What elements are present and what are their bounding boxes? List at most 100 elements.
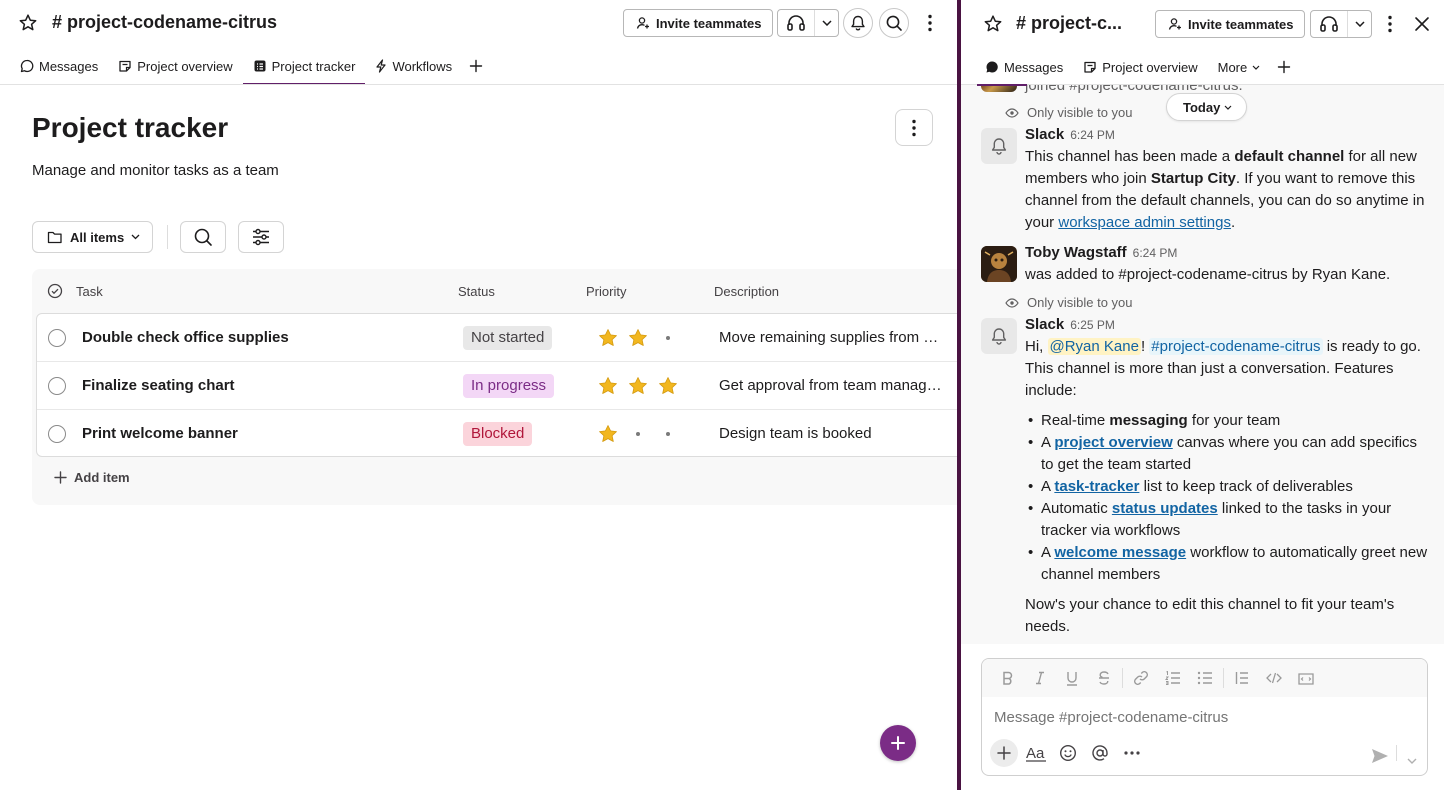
message-input[interactable] xyxy=(994,709,1414,726)
priority-rating[interactable] xyxy=(593,374,683,398)
task-checkbox[interactable] xyxy=(48,377,66,395)
text-format-icon[interactable]: Aa xyxy=(1022,739,1050,767)
status-badge[interactable]: Not started xyxy=(463,326,553,350)
invite-teammates-button[interactable]: Invite teammates xyxy=(623,9,773,37)
headphones-icon[interactable] xyxy=(778,10,814,36)
more-vertical-icon[interactable] xyxy=(895,109,933,146)
code-block-icon[interactable] xyxy=(1290,664,1322,692)
status-badge[interactable]: Blocked xyxy=(463,422,533,446)
chevron-down-icon[interactable] xyxy=(1407,753,1417,764)
star-filled-icon[interactable] xyxy=(593,374,623,398)
channel-title[interactable]: # project-codename-citrus xyxy=(52,12,277,33)
tab-messages[interactable]: Messages xyxy=(10,47,108,85)
notification-bell-icon[interactable] xyxy=(843,8,873,38)
emoji-icon[interactable] xyxy=(1054,739,1082,767)
link-icon[interactable] xyxy=(1125,664,1157,692)
sender-name[interactable]: Slack xyxy=(1025,316,1064,333)
star-filled-icon[interactable] xyxy=(593,422,623,446)
star-empty-dot-icon[interactable] xyxy=(653,422,683,446)
admin-settings-link[interactable]: workspace admin settings xyxy=(1058,214,1231,231)
chevron-down-icon[interactable] xyxy=(1347,11,1371,37)
tab-messages[interactable]: Messages xyxy=(975,48,1074,86)
header-status[interactable]: Status xyxy=(458,284,495,299)
task-description[interactable]: Get approval from team managers xyxy=(719,377,945,394)
status-updates-link[interactable]: status updates xyxy=(1112,500,1218,517)
headphones-icon[interactable] xyxy=(1311,11,1347,37)
task-name[interactable]: Double check office supplies xyxy=(82,329,289,346)
message-timestamp[interactable]: 6:24 PM xyxy=(1070,128,1115,142)
avatar[interactable] xyxy=(981,318,1017,354)
strikethrough-icon[interactable] xyxy=(1088,664,1120,692)
status-badge[interactable]: In progress xyxy=(463,374,555,398)
message-sender[interactable]: Slack 6:24 PM xyxy=(1025,126,1115,143)
bold-icon[interactable] xyxy=(992,664,1024,692)
add-item-button[interactable]: Add item xyxy=(54,470,130,485)
bulleted-list-icon[interactable] xyxy=(1189,664,1221,692)
task-tracker-link[interactable]: task-tracker xyxy=(1054,478,1139,495)
numbered-list-icon[interactable] xyxy=(1157,664,1189,692)
task-description[interactable]: Design team is booked xyxy=(719,425,945,442)
star-filled-icon[interactable] xyxy=(653,374,683,398)
tab-more[interactable]: More xyxy=(1208,48,1271,86)
message-timestamp[interactable]: 6:25 PM xyxy=(1070,318,1115,332)
close-icon[interactable] xyxy=(1408,10,1436,38)
message-list[interactable]: joined #project-codename-citrus. Only vi… xyxy=(961,84,1444,644)
task-checkbox[interactable] xyxy=(48,425,66,443)
project-overview-link[interactable]: project overview xyxy=(1054,434,1172,451)
search-icon[interactable] xyxy=(180,221,226,253)
tab-project-overview[interactable]: Project overview xyxy=(108,47,242,85)
sender-name[interactable]: Slack xyxy=(1025,126,1064,143)
filter-sliders-icon[interactable] xyxy=(238,221,284,253)
sender-name[interactable]: Toby Wagstaff xyxy=(1025,244,1127,261)
more-vertical-icon[interactable] xyxy=(916,9,944,37)
chevron-down-icon[interactable] xyxy=(814,10,838,36)
welcome-message-link[interactable]: welcome message xyxy=(1054,544,1186,561)
table-row[interactable]: Finalize seating chart In progress Get a… xyxy=(37,362,957,410)
check-circle-icon[interactable] xyxy=(47,283,63,299)
user-mention[interactable]: @Ryan Kane xyxy=(1047,338,1141,355)
plus-icon[interactable] xyxy=(990,739,1018,767)
avatar[interactable] xyxy=(981,246,1017,282)
task-checkbox[interactable] xyxy=(48,329,66,347)
task-description[interactable]: Move remaining supplies from ol... xyxy=(719,329,945,346)
table-row[interactable]: Print welcome banner Blocked Design team… xyxy=(37,410,957,456)
star-filled-icon[interactable] xyxy=(623,374,653,398)
add-tab-plus-icon[interactable] xyxy=(1270,48,1298,86)
code-icon[interactable] xyxy=(1258,664,1290,692)
message-sender[interactable]: Slack 6:25 PM xyxy=(1025,316,1115,333)
add-tab-plus-icon[interactable] xyxy=(462,47,490,85)
message-sender[interactable]: Toby Wagstaff 6:24 PM xyxy=(1025,244,1177,261)
add-plus-fab-button[interactable] xyxy=(880,725,916,761)
tab-workflows[interactable]: Workflows xyxy=(365,47,462,85)
send-icon[interactable] xyxy=(1371,748,1389,764)
star-icon[interactable] xyxy=(977,8,1009,40)
channel-title[interactable]: # project-c... xyxy=(1016,13,1122,34)
star-filled-icon[interactable] xyxy=(623,326,653,350)
search-icon[interactable] xyxy=(879,8,909,38)
message-timestamp[interactable]: 6:24 PM xyxy=(1133,246,1178,260)
date-jump-button[interactable]: Today xyxy=(1166,93,1248,121)
star-empty-dot-icon[interactable] xyxy=(653,326,683,350)
blockquote-icon[interactable] xyxy=(1226,664,1258,692)
header-description[interactable]: Description xyxy=(714,284,779,299)
star-icon[interactable] xyxy=(12,7,44,39)
tab-project-overview[interactable]: Project overview xyxy=(1073,48,1207,86)
star-empty-dot-icon[interactable] xyxy=(623,422,653,446)
mention-at-icon[interactable] xyxy=(1086,739,1114,767)
priority-rating[interactable] xyxy=(593,326,683,350)
tab-project-tracker[interactable]: Project tracker xyxy=(242,47,366,85)
priority-rating[interactable] xyxy=(593,422,683,446)
more-vertical-icon[interactable] xyxy=(1376,10,1404,38)
invite-teammates-button[interactable]: Invite teammates xyxy=(1155,10,1305,38)
avatar[interactable] xyxy=(981,128,1017,164)
header-task[interactable]: Task xyxy=(76,284,103,299)
task-name[interactable]: Finalize seating chart xyxy=(82,377,235,394)
star-filled-icon[interactable] xyxy=(593,326,623,350)
table-row[interactable]: Double check office supplies Not started… xyxy=(37,314,957,362)
underline-icon[interactable] xyxy=(1056,664,1088,692)
italic-icon[interactable] xyxy=(1024,664,1056,692)
more-horizontal-icon[interactable] xyxy=(1118,739,1146,767)
header-priority[interactable]: Priority xyxy=(586,284,626,299)
channel-mention[interactable]: #project-codename-citrus xyxy=(1149,338,1323,355)
all-items-filter-button[interactable]: All items xyxy=(32,221,154,253)
